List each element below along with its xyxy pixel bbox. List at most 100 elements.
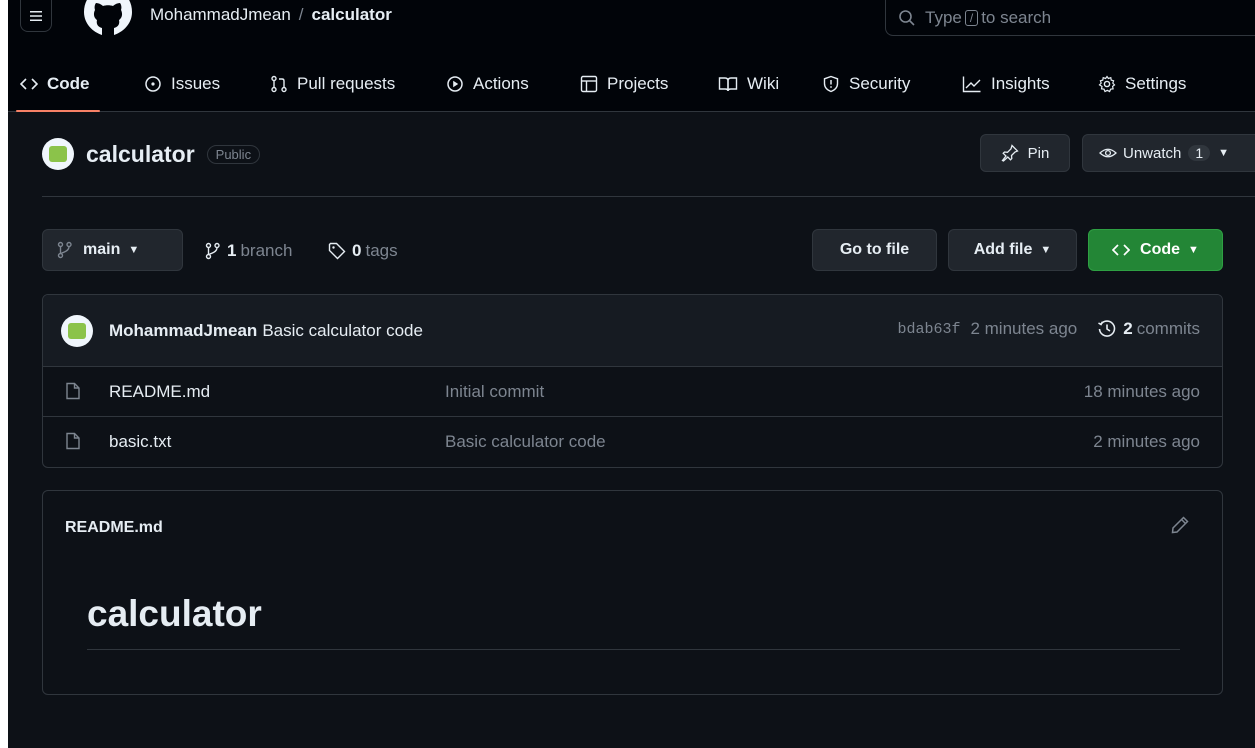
tab-pull-requests[interactable]: Pull requests [270,56,395,111]
history-icon [1098,320,1116,337]
add-file-button[interactable]: Add file ▼ [948,229,1077,271]
tab-label: Projects [607,73,669,93]
tab-code[interactable]: Code [16,56,99,112]
commit-author[interactable]: MohammadJmean [109,321,257,340]
readme-heading: calculator [87,593,262,634]
pin-button[interactable]: Pin [980,134,1070,172]
latest-commit-bar: MohammadJmean Basic calculator code bdab6… [43,295,1222,367]
add-file-label: Add file [973,241,1033,258]
file-name[interactable]: basic.txt [109,432,171,452]
tag-count: 0 [352,241,362,260]
code-icon [20,77,38,90]
pin-label: Pin [1027,144,1050,162]
pencil-icon[interactable] [1170,515,1190,535]
breadcrumb-owner[interactable]: MohammadJmean [150,5,291,24]
branch-word: branch [240,241,293,260]
tab-insights[interactable]: Insights [962,56,1050,111]
file-age: 18 minutes ago [1083,382,1200,401]
commit-author-avatar[interactable] [61,315,93,347]
tab-label: Security [849,73,911,93]
tab-label: Pull requests [297,73,396,93]
code-button-label: Code [1140,241,1181,258]
file-row[interactable]: README.md Initial commit 18 minutes ago [43,367,1222,417]
pin-icon [1001,144,1019,162]
file-list: MohammadJmean Basic calculator code bdab6… [42,294,1223,468]
search-input[interactable]: Type / to search [885,0,1255,36]
commit-count: 2 [1123,319,1133,338]
unwatch-button[interactable]: Unwatch 1 ▼ [1082,134,1255,172]
repo-title-row: calculator Public [42,134,261,174]
tab-label: Settings [1125,73,1187,93]
menu-icon [30,10,42,21]
code-icon [1112,244,1131,256]
chevron-down-icon: ▼ [1218,147,1230,159]
code-dropdown-button[interactable]: Code ▼ [1088,229,1223,271]
breadcrumb-separator: / [298,5,304,24]
commit-message[interactable]: Basic calculator code [262,321,423,340]
search-prefix: Type [925,7,962,27]
tab-actions[interactable]: Actions [446,56,529,111]
commit-word: commits [1136,319,1200,338]
graph-icon [962,76,981,92]
commit-sha[interactable]: bdab63f [897,321,960,338]
search-shortcut-key: / [964,9,979,26]
breadcrumb: MohammadJmean / calculator [150,5,392,25]
chevron-down-icon: ▼ [128,244,140,256]
owner-avatar[interactable] [42,138,74,170]
book-icon [718,76,738,91]
go-to-file-label: Go to file [839,241,910,258]
readme-filename[interactable]: README.md [65,519,163,537]
commits-link[interactable]: 2 commits [1097,319,1200,339]
gear-icon [1098,74,1116,92]
branches-link[interactable]: 1 branch [205,239,292,263]
tab-label: Issues [171,73,221,93]
issue-icon [145,75,161,92]
pull-request-icon [271,75,287,92]
eye-icon [1099,148,1117,158]
file-commit-message[interactable]: Basic calculator code [445,432,606,452]
tab-wiki[interactable]: Wiki [718,56,779,111]
branch-icon [205,242,220,260]
tab-label: Code [47,73,90,93]
branch-icon [57,241,72,259]
unwatch-label: Unwatch [1123,144,1182,162]
tab-security[interactable]: Security [822,56,910,111]
header-divider [42,196,1255,197]
watch-count: 1 [1188,145,1211,161]
commit-age[interactable]: 2 minutes ago [970,319,1077,339]
search-suffix: to search [981,7,1052,27]
readme-panel: README.md calculator [42,490,1223,695]
chevron-down-icon: ▼ [1040,244,1052,256]
tag-word: tags [365,241,398,260]
branch-select-button[interactable]: main ▼ [42,229,183,271]
go-to-file-button[interactable]: Go to file [812,229,937,271]
visibility-badge: Public [206,144,261,164]
tab-label: Actions [473,73,529,93]
tab-settings[interactable]: Settings [1098,56,1186,111]
readme-heading-rule [87,649,1180,650]
repo-name[interactable]: calculator [86,141,195,168]
tags-link[interactable]: 0 tags [328,239,398,263]
file-icon [66,382,80,400]
tab-projects[interactable]: Projects [580,56,668,111]
chevron-down-icon: ▼ [1188,244,1199,256]
file-row[interactable]: basic.txt Basic calculator code 2 minute… [43,417,1222,467]
table-icon [580,75,598,92]
repo-nav: Code Issues Pull requests Actions Projec… [8,56,1255,112]
file-commit-message[interactable]: Initial commit [445,382,544,402]
global-header: MohammadJmean / calculator Type / to searc… [8,0,1255,64]
tab-label: Wiki [747,73,780,93]
shield-icon [823,75,839,92]
file-icon [66,432,80,450]
tab-issues[interactable]: Issues [144,56,220,111]
window-edge [0,0,8,748]
play-icon [447,75,463,92]
file-name[interactable]: README.md [109,382,210,402]
hamburger-menu-button[interactable] [20,0,52,32]
file-age: 2 minutes ago [1093,432,1200,451]
search-icon [899,9,915,26]
tab-label: Insights [991,73,1050,93]
branch-name: main [83,241,121,258]
breadcrumb-repo[interactable]: calculator [312,5,392,24]
github-logo-icon[interactable] [84,0,132,36]
